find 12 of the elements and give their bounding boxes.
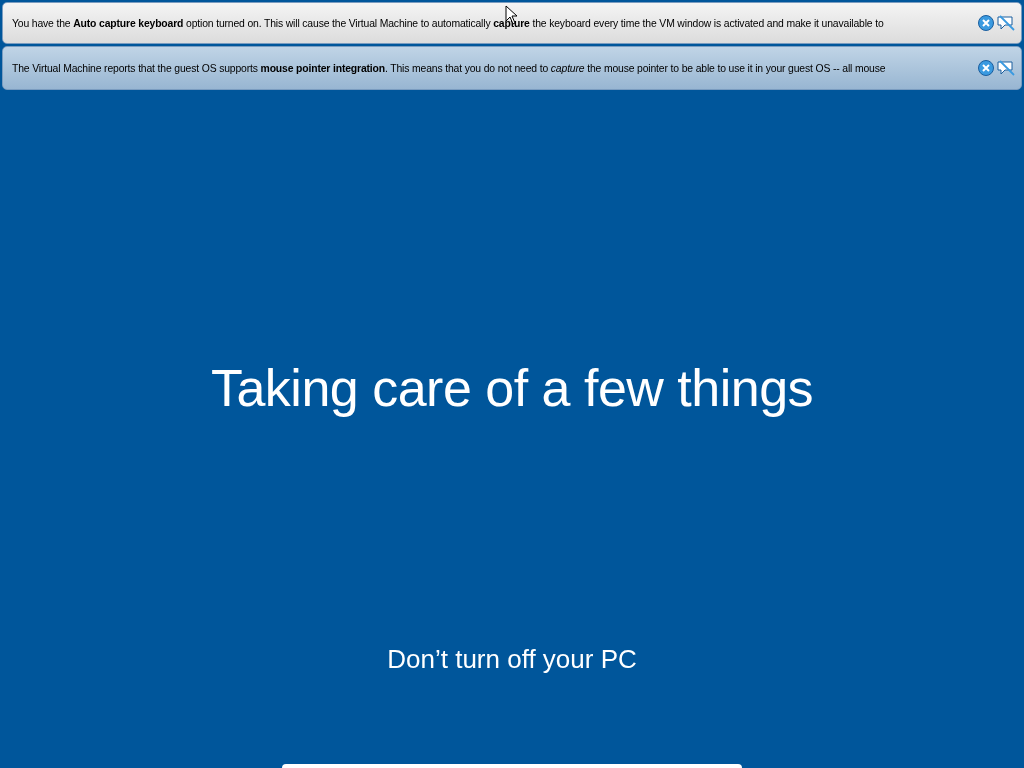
status-subtitle: Don’t turn off your PC (387, 644, 637, 675)
notification-message: You have the Auto capture keyboard option turned on. This will cause the Virtual Machine to automatically capture the keyboard every time the VM window is activated and make it unavailable to (12, 17, 885, 29)
close-icon (978, 60, 994, 76)
speech-bubble-icon (997, 15, 1015, 31)
dismiss-button[interactable] (997, 15, 1015, 31)
close-button[interactable] (978, 60, 994, 76)
close-button[interactable] (978, 15, 994, 31)
speech-bubble-icon (997, 60, 1015, 76)
status-title: Taking care of a few things (210, 358, 814, 418)
notification-message: The Virtual Machine reports that the guest OS supports mouse pointer integration. This means that you do not need to capture the mouse pointer to be able to use it in your guest OS -- all mouse (12, 62, 887, 74)
dismiss-button[interactable] (997, 60, 1015, 76)
close-icon (978, 15, 994, 31)
